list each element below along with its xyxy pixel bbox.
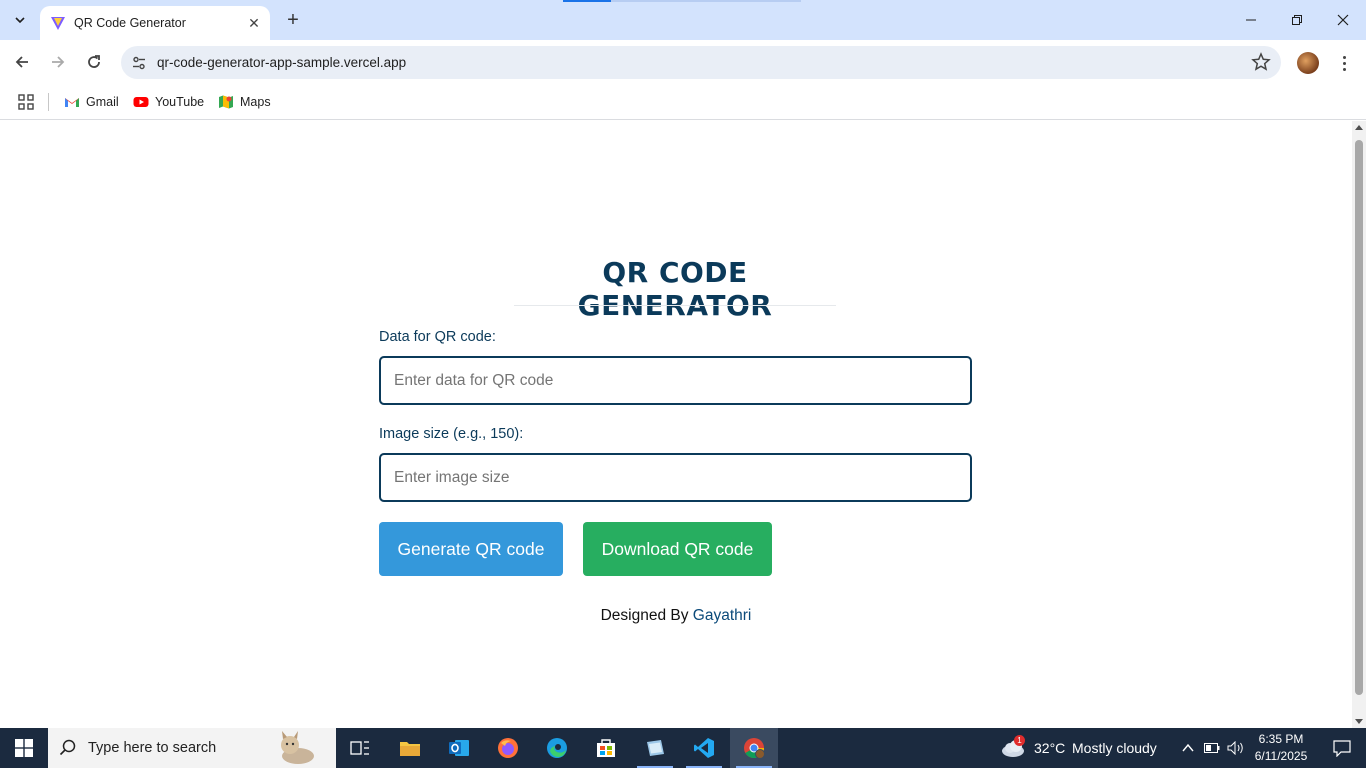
tab-strip-accent xyxy=(563,0,611,2)
app-window-icon xyxy=(647,740,664,756)
chrome-button[interactable] xyxy=(730,728,778,768)
search-placeholder: Type here to search xyxy=(88,740,217,756)
store-icon xyxy=(597,739,615,757)
taskbar-search[interactable]: Type here to search xyxy=(48,728,336,768)
forward-button[interactable] xyxy=(44,48,72,76)
edge-icon xyxy=(547,738,567,758)
reload-button[interactable] xyxy=(80,48,108,76)
bookmark-star-icon[interactable] xyxy=(1251,52,1271,72)
data-field-label: Data for QR code: xyxy=(379,329,496,345)
size-field-label: Image size (e.g., 150): xyxy=(379,426,524,442)
restore-icon xyxy=(1292,15,1302,25)
youtube-icon xyxy=(133,97,149,107)
weather-badge: 1 xyxy=(1014,735,1025,746)
restore-button[interactable] xyxy=(1274,0,1320,40)
download-qr-button[interactable]: Download QR code xyxy=(583,522,772,576)
bookmark-youtube[interactable]: YouTube xyxy=(133,92,204,112)
bookmark-gmail[interactable]: Gmail xyxy=(64,92,119,112)
clock-date: 6/11/2025 xyxy=(1254,749,1308,763)
gmail-icon xyxy=(65,98,79,107)
task-view-button[interactable] xyxy=(336,728,384,768)
maps-icon xyxy=(219,95,233,109)
active-tab[interactable]: QR Code Generator ✕ xyxy=(40,6,270,40)
back-button[interactable] xyxy=(8,48,36,76)
author-link[interactable]: Gayathri xyxy=(693,607,752,624)
notification-center-button[interactable] xyxy=(1318,728,1366,768)
bookmarks-divider xyxy=(48,93,49,111)
volume-control[interactable] xyxy=(1225,728,1247,768)
page-scrollbar[interactable] xyxy=(1352,121,1366,728)
bookmark-label: Gmail xyxy=(86,95,119,109)
notification-icon xyxy=(1333,740,1351,757)
browser-menu-icon[interactable] xyxy=(1334,50,1354,76)
scroll-up-arrow-icon[interactable] xyxy=(1355,125,1363,130)
footer-prefix: Designed By xyxy=(600,607,689,624)
outlook-icon xyxy=(449,740,469,756)
start-button[interactable] xyxy=(0,728,48,768)
show-hidden-icons-button[interactable] xyxy=(1178,728,1198,768)
search-icon xyxy=(48,739,88,757)
apps-button[interactable] xyxy=(18,92,34,112)
battery-status[interactable] xyxy=(1201,728,1223,768)
speaker-icon xyxy=(1227,741,1243,755)
page-content: QR CODE GENERATOR Data for QR code: Imag… xyxy=(0,121,1352,728)
qr-data-input[interactable] xyxy=(379,356,972,405)
page-footer: Designed By Gayathri xyxy=(0,607,1352,625)
url-text: qr-code-generator-app-sample.vercel.app xyxy=(157,55,407,70)
windows-logo-icon xyxy=(15,739,33,757)
address-bar[interactable]: qr-code-generator-app-sample.vercel.app xyxy=(121,46,1281,79)
chevron-up-icon xyxy=(1182,743,1194,752)
tab-search-button[interactable] xyxy=(8,8,32,32)
outlook-button[interactable] xyxy=(435,728,483,768)
windows-taskbar: Type here to search 1 32°C Mostly cloudy… xyxy=(0,728,1366,768)
bookmarks-bar: Gmail YouTube Maps xyxy=(0,85,1366,120)
app-button-generic[interactable] xyxy=(631,728,679,768)
edge-button[interactable] xyxy=(533,728,581,768)
scroll-down-arrow-icon[interactable] xyxy=(1355,719,1363,724)
generate-qr-button[interactable]: Generate QR code xyxy=(379,522,563,576)
image-size-input[interactable] xyxy=(379,453,972,502)
firefox-icon xyxy=(498,738,518,758)
weather-description: Mostly cloudy xyxy=(1072,740,1157,756)
bookmark-maps[interactable]: Maps xyxy=(218,92,271,112)
weather-widget[interactable]: 1 xyxy=(1000,735,1028,760)
tab-strip-accent-light xyxy=(611,0,801,2)
bookmark-label: Maps xyxy=(240,95,271,109)
vite-favicon-icon xyxy=(51,17,65,30)
minimize-icon xyxy=(1246,19,1256,21)
microsoft-store-button[interactable] xyxy=(582,728,630,768)
minimize-button[interactable] xyxy=(1228,0,1274,40)
battery-icon xyxy=(1204,743,1220,753)
title-divider xyxy=(514,305,836,306)
folder-icon xyxy=(400,742,420,756)
new-tab-button[interactable]: + xyxy=(282,9,304,31)
browser-toolbar: qr-code-generator-app-sample.vercel.app xyxy=(0,40,1366,85)
scroll-thumb[interactable] xyxy=(1355,140,1363,695)
apps-grid-icon xyxy=(18,94,34,110)
task-view-icon xyxy=(350,741,369,755)
page-title: QR CODE GENERATOR xyxy=(577,256,773,322)
browser-tab-strip: QR Code Generator ✕ + xyxy=(0,0,1366,40)
firefox-button[interactable] xyxy=(484,728,532,768)
site-info-icon[interactable] xyxy=(123,46,155,79)
profile-avatar[interactable] xyxy=(1297,52,1319,74)
chevron-down-icon xyxy=(15,17,25,24)
bookmark-label: YouTube xyxy=(155,95,205,109)
close-tab-icon[interactable]: ✕ xyxy=(244,13,264,33)
reload-icon xyxy=(88,55,100,68)
file-explorer-button[interactable] xyxy=(386,728,434,768)
arrow-left-icon xyxy=(15,56,28,68)
clock-time: 6:35 PM xyxy=(1258,732,1304,746)
vscode-icon xyxy=(694,738,714,758)
weather-temperature: 32°C xyxy=(1034,740,1066,756)
system-clock[interactable]: 6:35 PM 6/11/2025 xyxy=(1246,731,1316,765)
vscode-button[interactable] xyxy=(680,728,728,768)
tune-icon xyxy=(133,56,145,69)
close-window-button[interactable] xyxy=(1320,0,1366,40)
search-highlight-lynx-icon xyxy=(281,731,314,764)
close-icon xyxy=(1337,14,1349,26)
tab-title: QR Code Generator xyxy=(74,16,186,30)
chrome-icon xyxy=(744,738,765,759)
arrow-right-icon xyxy=(52,56,65,68)
